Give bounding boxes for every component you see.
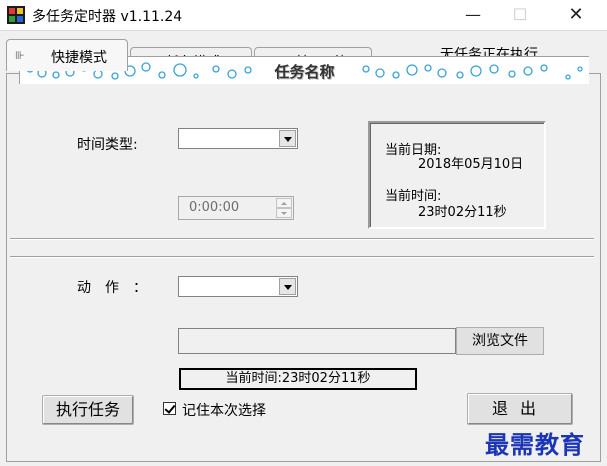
file-path-input[interactable]: [178, 328, 456, 354]
tab-page-icon: ⊪: [15, 49, 25, 62]
chevron-down-icon[interactable]: [279, 130, 296, 147]
action-label: 动 作 ：: [77, 280, 147, 296]
divider: [10, 256, 594, 258]
date-time-panel: 当前日期: 2018年05月10日 当前时间: 23时02分11秒: [368, 121, 546, 229]
window-title: 多任务定时器 v1.11.24: [32, 9, 183, 25]
divider: [10, 238, 594, 240]
date-value: 2018年05月10日: [418, 157, 524, 172]
run-task-button[interactable]: 执行任务: [42, 395, 134, 425]
chevron-down-icon[interactable]: [279, 278, 296, 295]
current-time-bar: 当前时间:23时02分11秒: [179, 368, 417, 390]
tab-quick-mode[interactable]: ⊪ 快捷模式: [6, 39, 128, 71]
close-button[interactable]: ✕: [553, 0, 599, 30]
tab-label: 快捷模式: [51, 50, 107, 66]
time-value: 23时02分11秒: [418, 205, 507, 220]
remember-checkbox-label[interactable]: 记住本次选择: [182, 400, 266, 420]
spin-up-icon[interactable]: [276, 198, 292, 208]
exit-button[interactable]: 退出: [467, 393, 573, 425]
time-spinner-value: 0:00:00: [189, 200, 240, 215]
time-spinner[interactable]: 0:00:00: [178, 196, 294, 220]
minimize-button[interactable]: —: [450, 0, 496, 30]
maximize-button[interactable]: ☐: [497, 0, 543, 30]
browse-file-button[interactable]: 浏览文件: [456, 327, 544, 355]
action-select[interactable]: [178, 276, 298, 297]
app-icon: [7, 6, 25, 24]
time-type-label: 时间类型:: [77, 137, 138, 153]
watermark-text: 最需教育: [485, 430, 585, 459]
spin-down-icon[interactable]: [276, 208, 292, 218]
title-bar: 多任务定时器 v1.11.24 — ☐ ✕: [0, 0, 607, 30]
time-type-select[interactable]: [178, 128, 298, 149]
remember-checkbox[interactable]: [163, 402, 176, 415]
